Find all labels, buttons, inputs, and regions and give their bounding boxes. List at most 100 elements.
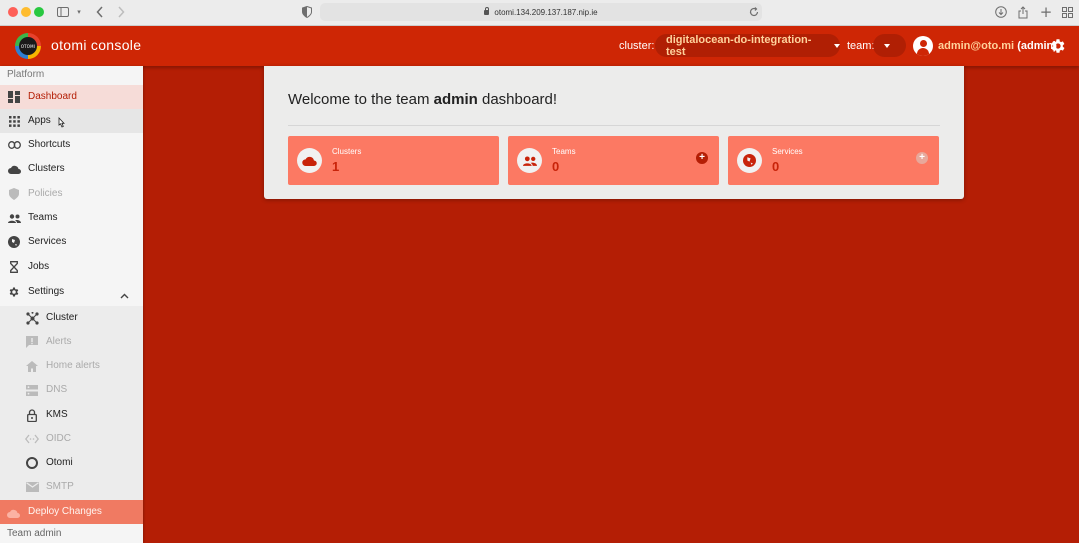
page-title: Welcome to the team admin dashboard! xyxy=(288,91,558,108)
tile-label: Teams xyxy=(552,147,576,156)
window-close-button[interactable] xyxy=(8,7,18,17)
sidebar-item-kms[interactable]: KMS xyxy=(0,403,143,427)
add-team-button[interactable]: + xyxy=(696,152,708,164)
tab-overview-icon[interactable] xyxy=(1060,3,1074,21)
sidebar-item-label: KMS xyxy=(46,409,68,420)
sidebar-item-apps[interactable]: Apps xyxy=(0,109,143,133)
tile-label: Clusters xyxy=(332,147,362,156)
cluster-select[interactable]: digitalocean-do-integration-test xyxy=(655,33,840,58)
section-title-team: Team admin xyxy=(7,528,62,539)
dns-icon xyxy=(25,383,39,397)
brand-title[interactable]: otomi console xyxy=(51,37,141,53)
alert-icon xyxy=(25,335,39,349)
tile-value: 0 xyxy=(772,159,780,174)
dashboard-icon xyxy=(7,90,21,104)
sidebar-item-label: Policies xyxy=(28,188,63,199)
sidebar-item-jobs[interactable]: Jobs xyxy=(0,255,143,279)
sidebar-item-label: SMTP xyxy=(46,481,74,492)
sidebar-item-home-alerts[interactable]: Home alerts xyxy=(0,354,143,378)
user-menu[interactable]: admin@oto.mi (admin) xyxy=(938,40,1057,52)
sidebar-item-label: Teams xyxy=(28,212,58,223)
deploy-changes-label: Deploy Changes xyxy=(28,506,102,517)
privacy-shield-icon[interactable] xyxy=(300,3,314,21)
teams-tile[interactable]: Teams 0 + xyxy=(508,136,719,185)
sidebar-toggle-icon[interactable] xyxy=(56,3,70,21)
logo-text: OTOMI xyxy=(19,37,37,55)
sidebar-item-label: DNS xyxy=(46,384,68,395)
sidebar-item-label: Services xyxy=(28,236,67,247)
avatar[interactable] xyxy=(913,36,933,56)
divider xyxy=(288,125,940,126)
hourglass-icon xyxy=(7,260,21,274)
gear-icon[interactable] xyxy=(1049,37,1067,55)
cloud-icon xyxy=(7,162,21,176)
sidebar-item-dns[interactable]: DNS xyxy=(0,378,143,402)
sidebar-item-clusters[interactable]: Clusters xyxy=(0,157,143,181)
back-icon[interactable] xyxy=(93,3,107,21)
caret-down-icon xyxy=(884,43,890,48)
share-icon[interactable] xyxy=(1016,3,1030,21)
lock-icon xyxy=(25,408,39,422)
link-icon xyxy=(7,138,21,152)
globe-icon xyxy=(7,235,21,249)
otomi-logo[interactable]: OTOMI xyxy=(15,33,41,59)
sidebar-item-otomi[interactable]: Otomi xyxy=(0,451,143,475)
gear-icon xyxy=(7,285,21,299)
forward-icon[interactable] xyxy=(114,3,128,21)
mouse-pointer-icon xyxy=(57,116,66,134)
new-tab-icon[interactable]: + xyxy=(1039,3,1053,21)
caret-down-icon xyxy=(834,43,840,48)
sidebar-item-settings[interactable]: Settings xyxy=(0,280,143,304)
services-tile[interactable]: Services 0 + xyxy=(728,136,939,185)
sidebar-item-shortcuts[interactable]: Shortcuts xyxy=(0,133,143,157)
sidebar-item-label: Home alerts xyxy=(46,360,100,371)
sidebar-item-services[interactable]: Services xyxy=(0,230,143,254)
code-icon xyxy=(25,432,39,446)
sidebar-item-cluster[interactable]: Cluster xyxy=(0,306,143,330)
cloud-icon xyxy=(297,148,322,173)
browser-toolbar: ▾ otomi.134.209.137.187.nip.ie + xyxy=(0,0,1079,26)
home-icon xyxy=(25,359,39,373)
deploy-changes-button[interactable]: Deploy Changes xyxy=(0,500,143,524)
sidebar-item-teams[interactable]: Teams xyxy=(0,206,143,230)
add-service-button[interactable]: + xyxy=(916,152,928,164)
sidebar-item-dashboard[interactable]: Dashboard xyxy=(0,85,143,109)
lock-icon xyxy=(484,6,490,15)
sidebar-item-policies[interactable]: Policies xyxy=(0,182,143,206)
sidebar-item-smtp[interactable]: SMTP xyxy=(0,475,143,499)
tile-label: Services xyxy=(772,147,803,156)
sidebar-item-alerts[interactable]: Alerts xyxy=(0,330,143,354)
sidebar-item-label: Settings xyxy=(28,286,65,297)
sidebar-item-oidc[interactable]: OIDC xyxy=(0,427,143,451)
cluster-select-value: digitalocean-do-integration-test xyxy=(666,33,812,58)
people-icon xyxy=(517,148,542,173)
sidebar-item-label: OIDC xyxy=(46,433,71,444)
chevron-down-icon[interactable]: ▾ xyxy=(75,3,83,21)
app-header: OTOMI otomi console cluster: digitalocea… xyxy=(0,26,1079,66)
sidebar-item-label: Apps xyxy=(28,115,51,126)
window-minimize-button[interactable] xyxy=(21,7,31,17)
otomi-icon xyxy=(25,456,39,470)
sidebar-item-label: Dashboard xyxy=(28,91,77,102)
section-title-platform: Platform xyxy=(7,69,45,80)
cluster-label: cluster: xyxy=(619,40,655,52)
team-select[interactable] xyxy=(873,34,906,57)
clusters-tile[interactable]: Clusters 1 xyxy=(288,136,499,185)
people-icon xyxy=(7,211,21,225)
sidebar: Platform Dashboard Apps Shortcuts Cluste… xyxy=(0,66,143,543)
dashboard-card: Welcome to the team admin dashboard! Clu… xyxy=(264,66,964,199)
download-icon[interactable] xyxy=(994,3,1008,21)
url-text: otomi.134.209.137.187.nip.ie xyxy=(494,7,598,17)
sidebar-item-label: Jobs xyxy=(28,261,50,272)
window-zoom-button[interactable] xyxy=(34,7,44,17)
sidebar-item-label: Alerts xyxy=(46,336,72,347)
reload-icon[interactable] xyxy=(748,3,760,21)
tile-value: 1 xyxy=(332,159,340,174)
team-label: team: xyxy=(847,40,875,52)
globe-icon xyxy=(737,148,762,173)
mail-icon xyxy=(25,480,39,494)
address-bar[interactable]: otomi.134.209.137.187.nip.ie xyxy=(320,3,762,21)
team-name: admin xyxy=(433,91,478,108)
chevron-up-icon[interactable] xyxy=(120,286,129,304)
sidebar-item-label: Clusters xyxy=(28,163,65,174)
